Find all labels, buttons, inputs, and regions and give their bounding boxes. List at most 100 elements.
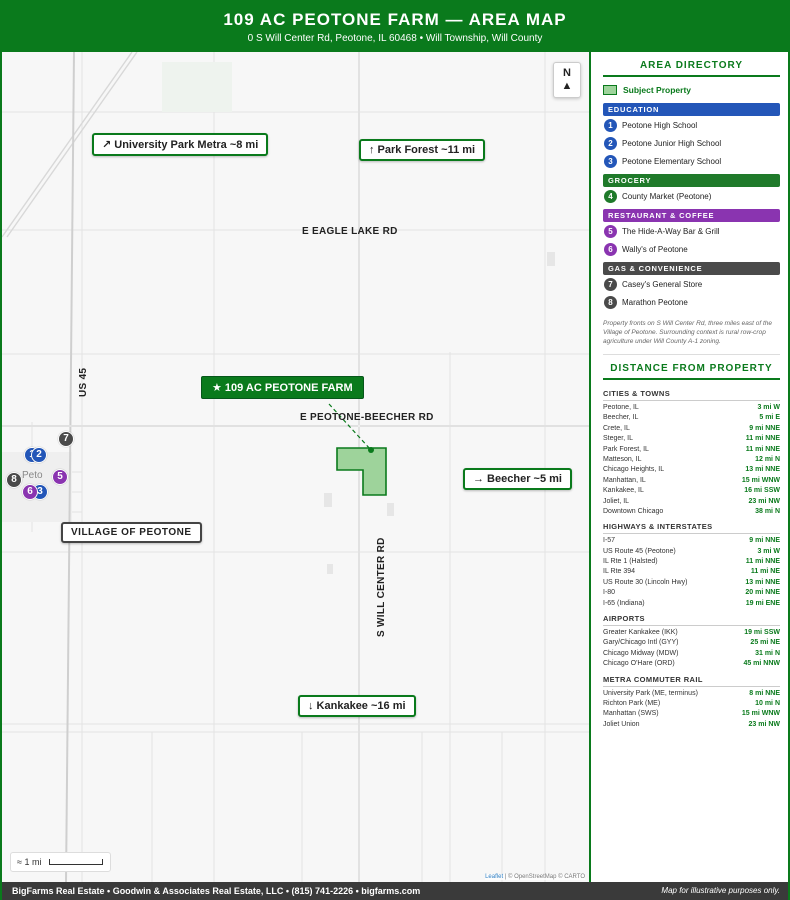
callout-university-park[interactable]: ↗ University Park Metra ~8 mi (92, 133, 269, 156)
sidebar: AREA DIRECTORY Subject Property EDUCATIO… (593, 52, 788, 882)
attribution-leaflet-link[interactable]: Leaflet (485, 874, 503, 880)
map-attribution: Leaflet | © OpenStreetMap © CARTO (485, 874, 585, 880)
distance-value: 23 mi NW (748, 720, 780, 728)
distance-place: US Route 30 (Lincoln Hwy) (603, 578, 688, 586)
distance-value: 19 mi ENE (745, 599, 780, 607)
map-base-layer (2, 52, 589, 882)
directory-title: AREA DIRECTORY (603, 60, 780, 77)
header: 109 AC PEOTONE FARM — AREA MAP 0 S Will … (2, 2, 788, 52)
distance-row: IL Rte 394 11 mi NE (603, 567, 780, 577)
poi-item[interactable]: 7 Casey's General Store (603, 275, 780, 293)
distance-row: University Park (ME, terminus) 8 mi NNE (603, 689, 780, 699)
distance-row: Park Forest, IL 11 mi NNE (603, 445, 780, 455)
distance-place: I-57 (603, 537, 616, 545)
distance-value: 5 mi E (759, 414, 780, 422)
category-header: EDUCATION (603, 103, 780, 116)
poi-name: Peotone Elementary School (622, 156, 722, 166)
map-marker-6[interactable]: 6 (22, 484, 38, 500)
distance-place: Chicago Heights, IL (603, 466, 665, 474)
distance-value: 11 mi NE (750, 568, 780, 576)
distance-row: US Route 30 (Lincoln Hwy) 13 mi NNE (603, 578, 780, 588)
poi-number-badge: 4 (604, 189, 617, 203)
poi-item[interactable]: 4 County Market (Peotone) (603, 187, 780, 205)
map-marker-2[interactable]: 2 (31, 447, 47, 463)
distance-groups: CITIES & TOWNS Peotone, IL 3 mi W Beecher, … (603, 384, 780, 730)
distance-group-title: HIGHWAYS & INTERSTATES (603, 517, 780, 535)
poi-item[interactable]: 6 Wally's of Peotone (603, 240, 780, 258)
distance-value: 15 mi WNW (741, 476, 780, 484)
distance-value: 20 mi NNE (745, 589, 780, 597)
distance-place: I-80 (603, 589, 616, 597)
distance-value: 25 mi NE (750, 639, 780, 647)
legend-label: Subject Property (623, 85, 692, 95)
poi-item[interactable]: 8 Marathon Peotone (603, 293, 780, 311)
distance-row: Chicago Midway (MDW) 31 mi N (603, 649, 780, 659)
north-label: N (563, 67, 571, 79)
map-marker-5[interactable]: 5 (52, 469, 68, 485)
poi-item[interactable]: 2 Peotone Junior High School (603, 134, 780, 152)
distance-place: IL Rte 1 (Halsted) (603, 558, 658, 566)
distance-value: 19 mi SSW (744, 629, 780, 637)
distance-place: US Route 45 (Peotone) (603, 547, 676, 555)
distance-value: 9 mi NNE (749, 424, 780, 432)
distance-place: Richton Park (ME) (603, 699, 661, 707)
distance-value: 12 mi N (755, 455, 780, 463)
callout-kankakee[interactable]: ↓ Kankakee ~16 mi (298, 695, 416, 717)
distance-row: IL Rte 1 (Halsted) 11 mi NNE (603, 557, 780, 567)
distance-place: Greater Kankakee (IKK) (603, 629, 678, 637)
distance-place: Crete, IL (603, 424, 630, 432)
distance-value: 23 mi NW (748, 497, 780, 505)
poi-item[interactable]: 5 The Hide-A-Way Bar & Grill (603, 222, 780, 240)
scale-bar: ≈ 1 mi (10, 852, 111, 872)
poi-number-badge: 6 (604, 242, 617, 256)
farm-label[interactable]: ★ 109 AC PEOTONE FARM (201, 376, 364, 399)
map-marker-8[interactable]: 8 (6, 472, 22, 488)
poi-name: Marathon Peotone (622, 297, 688, 307)
distance-value: 11 mi NNE (745, 558, 780, 566)
road-label-peotone-beecher: E PEOTONE-BEECHER RD (300, 412, 434, 423)
distance-place: Peotone, IL (603, 404, 639, 411)
map-canvas[interactable]: E EAGLE LAKE RD E PEOTONE-BEECHER RD S W… (2, 52, 591, 882)
category-header: RESTAURANT & COFFEE (603, 209, 780, 222)
poi-number-badge: 5 (604, 224, 617, 238)
callout-village-of-peotone[interactable]: VILLAGE OF PEOTONE (61, 522, 202, 543)
distance-place: Beecher, IL (603, 414, 639, 422)
footer-credits: BigFarms Real Estate • Goodwin & Associa… (12, 886, 421, 896)
poi-number-badge: 2 (604, 136, 617, 150)
page-frame: 109 AC PEOTONE FARM — AREA MAP 0 S Will … (0, 0, 790, 900)
callout-park-forest[interactable]: ↑ Park Forest ~11 mi (359, 139, 486, 161)
map-marker-7[interactable]: 7 (58, 431, 74, 447)
distance-row: Manhattan, IL 15 mi WNW (603, 476, 780, 486)
poi-item[interactable]: 3 Peotone Elementary School (603, 152, 780, 170)
distance-place: Steger, IL (603, 435, 633, 443)
poi-name: Casey's General Store (622, 279, 703, 289)
distance-value: 13 mi NNE (745, 466, 780, 474)
distance-place: Joliet, IL (603, 497, 630, 505)
legend-subject-property: Subject Property (603, 85, 780, 95)
distance-place: Kankakee, IL (603, 487, 644, 495)
distance-row: Manhattan (SWS) 15 mi WNW (603, 709, 780, 719)
distance-row: Matteson, IL 12 mi N (603, 455, 780, 465)
north-arrow: N ▲ (553, 62, 581, 98)
category-header: GAS & CONVENIENCE (603, 262, 780, 275)
distance-row: I-57 9 mi NNE (603, 536, 780, 546)
distance-value: 10 mi N (755, 699, 780, 707)
distance-value: 9 mi NNE (749, 537, 780, 545)
poi-name: Wally's of Peotone (622, 244, 688, 254)
footer-disclaimer: Map for illustrative purposes only. (661, 886, 780, 895)
distance-row: Steger, IL 11 mi NNE (603, 434, 780, 444)
poi-number-badge: 8 (604, 295, 617, 309)
attribution-text: | © OpenStreetMap © CARTO (504, 874, 585, 880)
poi-name: County Market (Peotone) (622, 191, 712, 201)
footer: BigFarms Real Estate • Goodwin & Associa… (2, 882, 788, 900)
distance-row: Gary/Chicago Intl (GYY) 25 mi NE (603, 638, 780, 648)
distance-place: Chicago O'Hare (ORD) (603, 660, 675, 668)
subject-property-parcel (336, 447, 387, 496)
road-label-eagle-lake: E EAGLE LAKE RD (302, 226, 398, 237)
poi-number-badge: 3 (604, 154, 617, 168)
callout-beecher[interactable]: → Beecher ~5 mi (463, 468, 572, 490)
distance-place: Chicago Midway (MDW) (603, 649, 679, 657)
legend-swatch (603, 85, 617, 95)
distance-row: Crete, IL 9 mi NNE (603, 424, 780, 434)
poi-item[interactable]: 1 Peotone High School (603, 116, 780, 134)
